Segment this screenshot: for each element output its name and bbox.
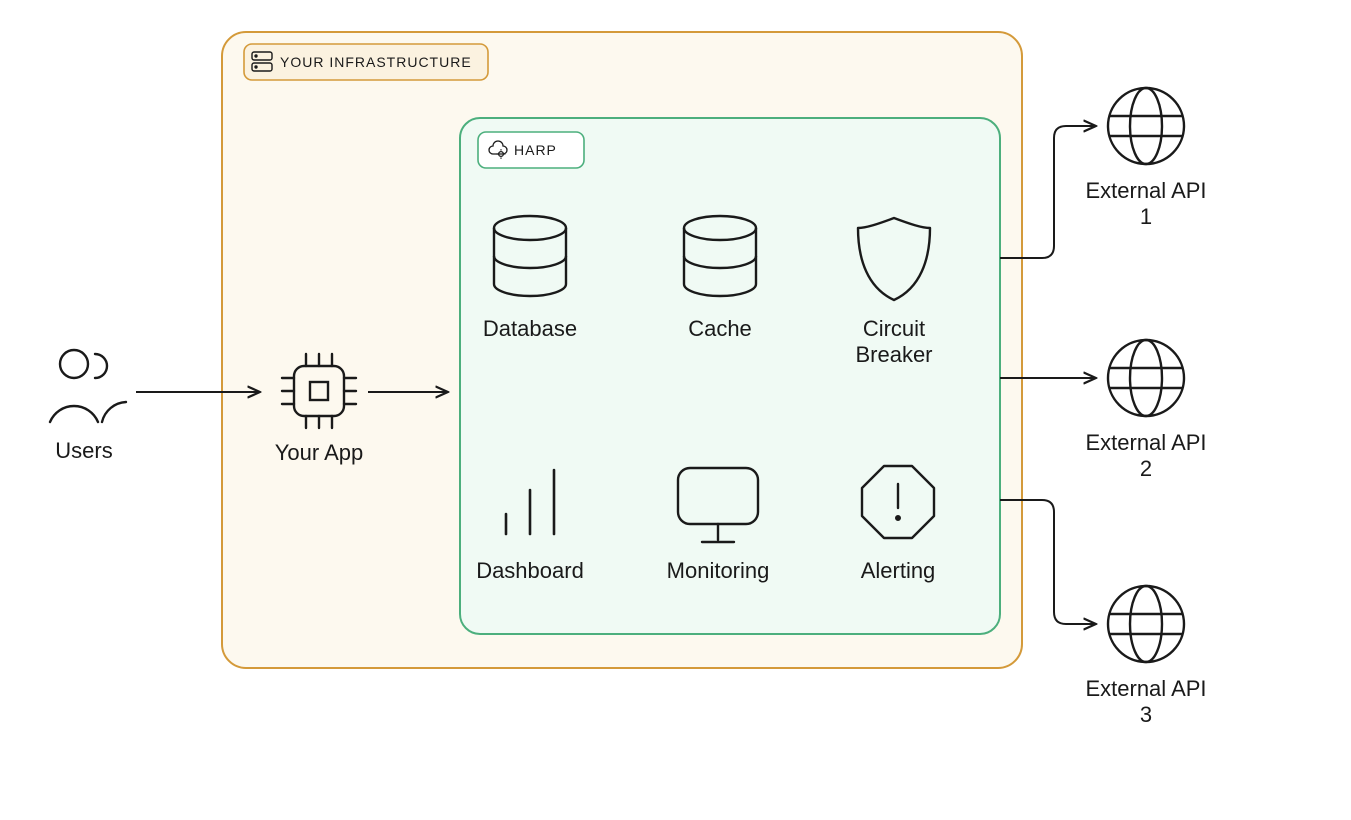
users-label: Users bbox=[55, 438, 112, 463]
infrastructure-label: YOUR INFRASTRUCTURE bbox=[280, 54, 472, 70]
globe-icon bbox=[1108, 586, 1184, 662]
alerting-label: Alerting bbox=[861, 558, 936, 583]
external-api-1-number: 1 bbox=[1140, 204, 1152, 229]
database-label: Database bbox=[483, 316, 577, 341]
external-api-3-number: 3 bbox=[1140, 702, 1152, 727]
harp-label: HARP bbox=[514, 142, 557, 158]
users-node: Users bbox=[50, 350, 126, 463]
dashboard-label: Dashboard bbox=[476, 558, 584, 583]
monitoring-label: Monitoring bbox=[667, 558, 770, 583]
circuit-breaker-label-1: Circuit bbox=[863, 316, 925, 341]
harp-container: HARP bbox=[460, 118, 1000, 634]
globe-icon bbox=[1108, 340, 1184, 416]
cache-label: Cache bbox=[688, 316, 752, 341]
external-api-2-number: 2 bbox=[1140, 456, 1152, 481]
external-api-1-label: External API bbox=[1085, 178, 1206, 203]
external-api-2-node: External API 2 bbox=[1085, 340, 1206, 481]
your-app-label: Your App bbox=[275, 440, 364, 465]
circuit-breaker-label-2: Breaker bbox=[855, 342, 932, 367]
external-api-2-label: External API bbox=[1085, 430, 1206, 455]
external-api-3-node: External API 3 bbox=[1085, 586, 1206, 727]
users-icon bbox=[50, 350, 126, 422]
globe-icon bbox=[1108, 88, 1184, 164]
external-api-3-label: External API bbox=[1085, 676, 1206, 701]
architecture-diagram: YOUR INFRASTRUCTURE HARP Users bbox=[0, 0, 1351, 820]
external-api-1-node: External API 1 bbox=[1085, 88, 1206, 229]
